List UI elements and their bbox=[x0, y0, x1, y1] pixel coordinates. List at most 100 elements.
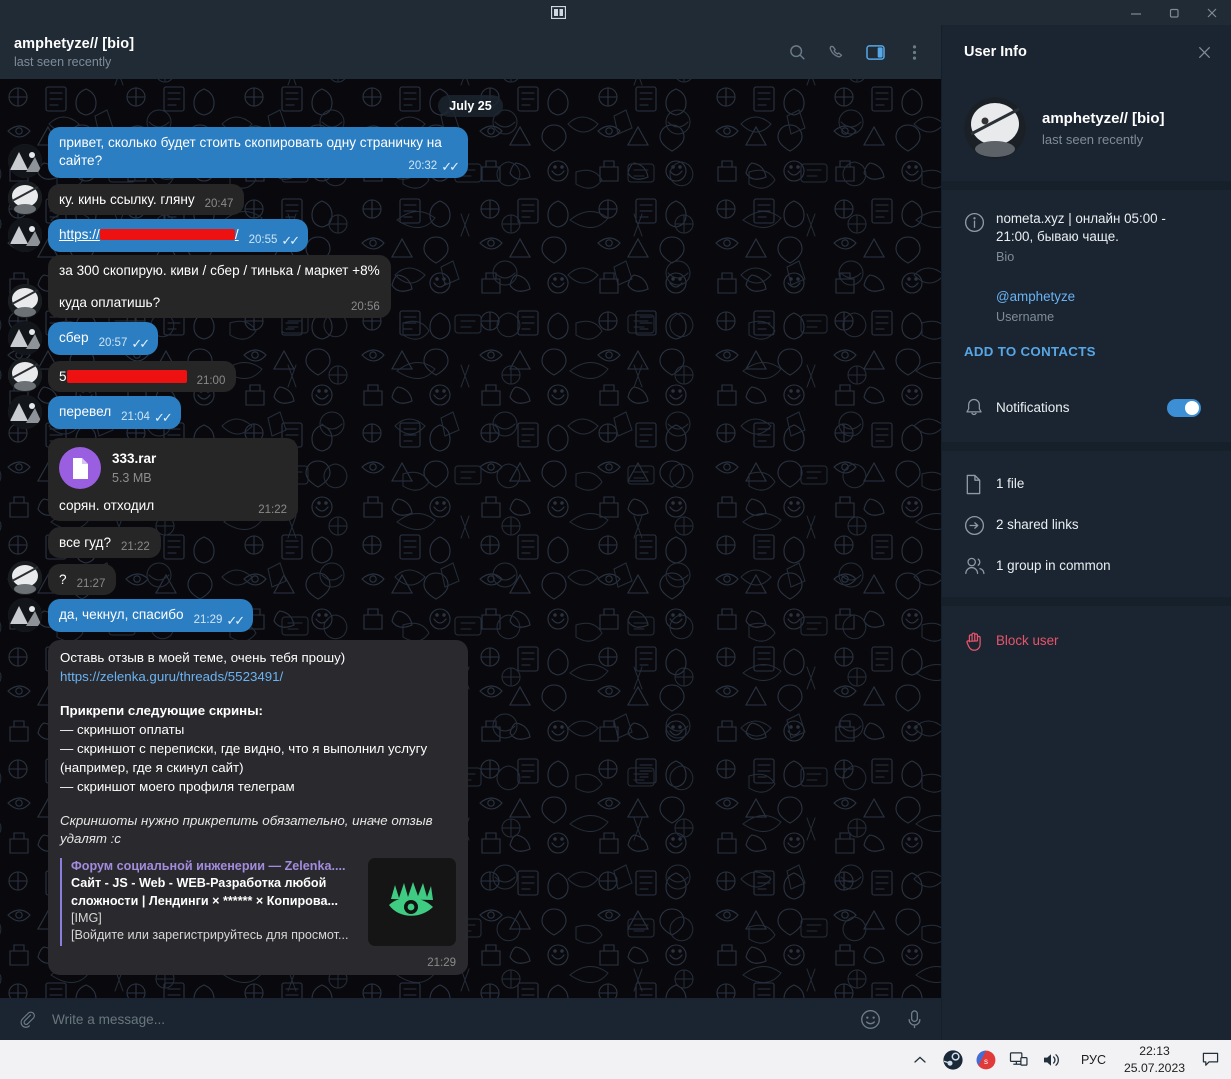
message-meta: 21:22 bbox=[258, 503, 287, 518]
info-panel-icon[interactable] bbox=[862, 39, 888, 65]
bio-body: nometa.xyz | онлайн 05:00 - 21:00, бываю… bbox=[996, 210, 1203, 264]
shared-files-row[interactable]: 1 file bbox=[942, 463, 1231, 504]
message-row: https:// / 20:55 ✓✓ bbox=[0, 218, 941, 253]
notifications-label: Notifications bbox=[996, 400, 1070, 416]
read-ticks-icon: ✓✓ bbox=[226, 613, 245, 629]
avatar[interactable] bbox=[8, 395, 42, 430]
volume-icon[interactable] bbox=[1041, 1049, 1063, 1071]
message-time: 21:29 bbox=[193, 614, 223, 627]
paperclip-icon[interactable] bbox=[14, 1006, 40, 1032]
user-info-panel: User Info amphetyze// [bio] last seen re… bbox=[941, 25, 1231, 1040]
message-meta: 21:04 ✓✓ bbox=[121, 409, 173, 426]
file-name: 333.rar bbox=[112, 451, 157, 467]
message-time: 20:47 bbox=[204, 197, 234, 210]
avatar[interactable] bbox=[8, 358, 42, 393]
username-value[interactable]: @amphetyze bbox=[996, 288, 1203, 306]
close-button[interactable] bbox=[1193, 0, 1231, 25]
search-icon[interactable] bbox=[784, 39, 810, 65]
message-bubble[interactable]: ? 21:27 bbox=[48, 564, 117, 596]
message-bubble[interactable]: 5 21:00 bbox=[48, 361, 237, 393]
chat-message-area[interactable]: July 25 привет, сколько будет стоить ско… bbox=[0, 79, 941, 998]
user-details-section: nometa.xyz | онлайн 05:00 - 21:00, бываю… bbox=[942, 190, 1231, 442]
add-to-contacts-button[interactable]: ADD TO CONTACTS bbox=[942, 330, 1217, 365]
clock[interactable]: 22:13 25.07.2023 bbox=[1114, 1043, 1195, 1077]
avatar[interactable] bbox=[964, 97, 1026, 159]
message-text: привет, сколько будет стоить скопировать… bbox=[59, 135, 442, 168]
message-link[interactable]: https:// bbox=[59, 227, 100, 242]
message-bubble[interactable]: привет, сколько будет стоить скопировать… bbox=[48, 127, 468, 179]
smiley-icon[interactable] bbox=[857, 1006, 883, 1032]
bio-label: Bio bbox=[996, 250, 1015, 265]
block-user-row[interactable]: Block user bbox=[942, 620, 1231, 661]
avatar[interactable] bbox=[8, 144, 42, 179]
file-icon bbox=[964, 472, 996, 495]
message-row: 333.rar 5.3 MB сорян. отходил 21:22 bbox=[0, 438, 941, 522]
message-row: Оставь отзыв в моей теме, очень тебя про… bbox=[0, 640, 941, 976]
username-label: Username bbox=[996, 310, 1055, 325]
message-bubble[interactable]: https:// / 20:55 ✓✓ bbox=[48, 218, 309, 253]
maximize-button[interactable] bbox=[1155, 0, 1193, 25]
window-preview-icon[interactable] bbox=[548, 0, 570, 25]
avatar[interactable] bbox=[8, 284, 42, 319]
file-attachment[interactable]: 333.rar 5.3 MB bbox=[59, 447, 287, 490]
file-message-bubble[interactable]: 333.rar 5.3 MB сорян. отходил 21:22 bbox=[48, 438, 298, 522]
avatar-placeholder bbox=[8, 487, 42, 521]
long-message-bubble[interactable]: Оставь отзыв в моей теме, очень тебя про… bbox=[48, 640, 468, 976]
username-row[interactable]: @amphetyze Username bbox=[942, 282, 1217, 330]
minimize-button[interactable] bbox=[1117, 0, 1155, 25]
steam-icon[interactable] bbox=[942, 1049, 964, 1071]
avatar[interactable] bbox=[8, 321, 42, 356]
profile-status: last seen recently bbox=[1042, 131, 1144, 147]
avatar[interactable] bbox=[8, 598, 42, 633]
avatar[interactable] bbox=[8, 561, 42, 596]
message-row: перевел 21:04 ✓✓ bbox=[0, 395, 941, 430]
language-indicator[interactable]: РУС bbox=[1073, 1053, 1114, 1067]
more-vertical-icon[interactable] bbox=[901, 39, 927, 65]
message-text-prefix: 5 bbox=[59, 369, 67, 385]
message-bubble[interactable]: сбер 20:57 ✓✓ bbox=[48, 322, 159, 356]
notifications-toggle[interactable] bbox=[1167, 398, 1201, 417]
message-text: все гуд? bbox=[59, 535, 111, 551]
message-bubble[interactable]: за 300 скопирую. киви / сбер / тинька / … bbox=[48, 255, 391, 319]
network-icon[interactable] bbox=[1008, 1049, 1030, 1071]
avatar[interactable] bbox=[8, 181, 42, 216]
close-icon[interactable] bbox=[1191, 39, 1217, 65]
message-meta: 20:57 ✓✓ bbox=[99, 335, 151, 352]
message-input[interactable] bbox=[40, 1011, 857, 1027]
bio-row[interactable]: nometa.xyz | онлайн 05:00 - 21:00, бываю… bbox=[942, 204, 1217, 270]
notification-icon[interactable] bbox=[1195, 1051, 1225, 1068]
app-red-icon[interactable]: s bbox=[975, 1049, 997, 1071]
message-composer bbox=[0, 998, 941, 1040]
composer-actions bbox=[857, 1006, 927, 1032]
shared-links-row[interactable]: 2 shared links bbox=[942, 504, 1231, 545]
bell-icon bbox=[964, 397, 996, 418]
avatar[interactable] bbox=[8, 218, 42, 253]
link-preview[interactable]: Форум социальной инженерии — Zelenka....… bbox=[60, 858, 456, 947]
groups-in-common-row[interactable]: 1 group in common bbox=[942, 545, 1231, 585]
message-bubble[interactable]: ку. кинь ссылку. гляну 20:47 bbox=[48, 183, 245, 216]
message-row: все гуд? 21:22 bbox=[0, 524, 941, 559]
message-meta: 21:29 bbox=[427, 956, 456, 971]
preview-thumbnail[interactable] bbox=[368, 858, 456, 947]
microphone-icon[interactable] bbox=[901, 1006, 927, 1032]
message-bubble[interactable]: да, чекнул, спасибо 21:29 ✓✓ bbox=[48, 599, 254, 633]
chat-header-titles[interactable]: amphetyze// [bio] last seen recently bbox=[14, 36, 784, 69]
avatar-placeholder bbox=[8, 524, 42, 558]
info-icon bbox=[964, 210, 996, 264]
message-text-line1: за 300 скопирую. киви / сбер / тинька / … bbox=[59, 263, 380, 279]
message-bubble[interactable]: все гуд? 21:22 bbox=[48, 527, 161, 559]
bio-value: nometa.xyz | онлайн 05:00 - 21:00, бываю… bbox=[996, 211, 1166, 245]
user-info-title: User Info bbox=[964, 44, 1027, 60]
message-meta: 21:22 bbox=[121, 540, 150, 555]
message-bubble[interactable]: перевел 21:04 ✓✓ bbox=[48, 396, 181, 430]
preview-title-line2: сложности | Лендинги × ****** × Копирова… bbox=[71, 893, 338, 908]
chevron-up-icon[interactable] bbox=[909, 1049, 931, 1071]
thread-link[interactable]: https://zelenka.guru/threads/5523491/ bbox=[60, 668, 456, 687]
message-list: July 25 привет, сколько будет стоить ско… bbox=[0, 79, 941, 998]
phone-icon[interactable] bbox=[823, 39, 849, 65]
green-eye-logo-icon bbox=[389, 882, 433, 917]
notifications-row[interactable]: Notifications bbox=[942, 387, 1217, 428]
message-time: 20:55 bbox=[248, 233, 278, 246]
